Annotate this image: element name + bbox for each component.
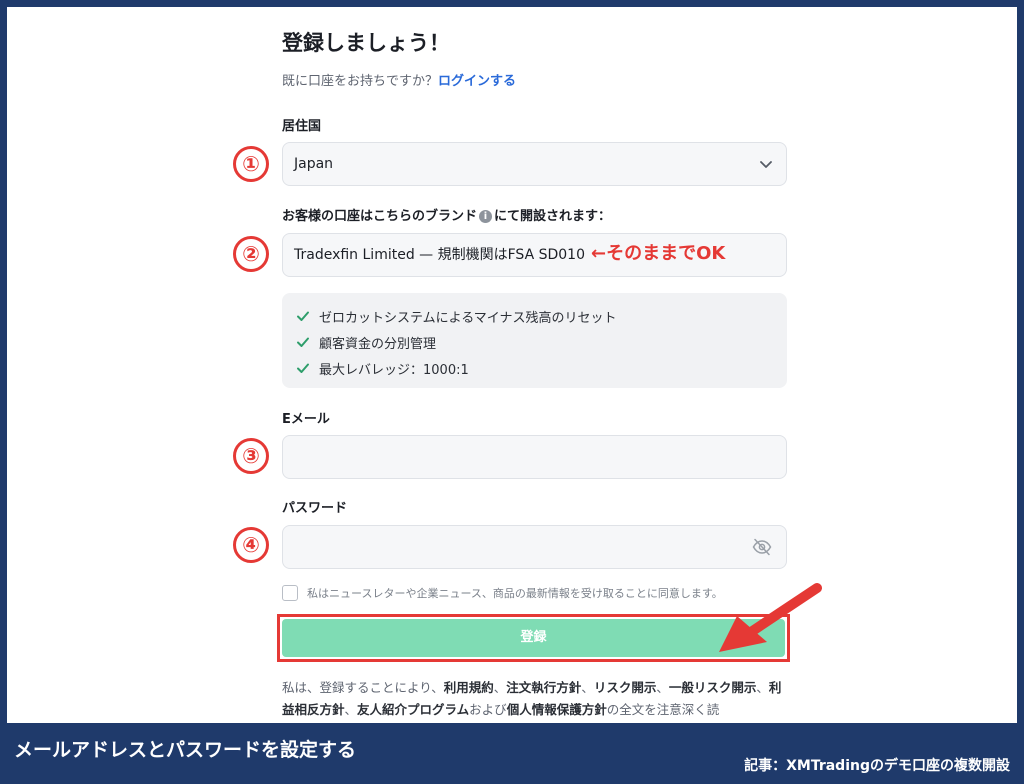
terms-link-general-risk[interactable]: 一般リスク開示 <box>669 680 757 695</box>
info-icon[interactable]: i <box>479 210 493 223</box>
consent-text: 私はニュースレターや企業ニュース、商品の最新情報を受け取ることに同意します。 <box>307 587 723 600</box>
feature-item: 顧客資金の分別管理 <box>296 329 787 355</box>
terms-sep: 、 <box>344 702 358 717</box>
email-label: Eメール <box>282 412 330 427</box>
terms-link-execution[interactable]: 注文執行方針 <box>506 680 581 695</box>
terms-prefix: 私は、登録することにより、 <box>282 680 444 695</box>
brand-label: お客様の口座はこちらのブランド i にて開設されます： <box>282 205 611 224</box>
check-icon <box>297 337 309 347</box>
feature-item: ゼロカットシステムによるマイナス残高のリセット <box>296 303 787 329</box>
check-icon <box>297 311 309 321</box>
page-frame: 登録しましょう！ 既に口座をお持ちですか？ログインする 居住国 Japan お客… <box>7 7 1017 723</box>
brand-value: Tradexfin Limited — 規制機関はFSA SD010 <box>294 247 585 263</box>
footer-caption: メールアドレスとパスワードを設定する <box>14 739 357 761</box>
annotation-note: ←そのままでOK <box>591 243 726 264</box>
brand-label-post: にて開設されます： <box>494 209 612 224</box>
check-icon <box>297 363 309 373</box>
step-badge-3: ③ <box>233 438 269 474</box>
password-label: パスワード <box>282 501 348 516</box>
brand-label-pre: お客様の口座はこちらのブランド <box>282 209 478 224</box>
step-badge-4: ④ <box>233 527 269 563</box>
feature-text: 顧客資金の分別管理 <box>319 336 437 352</box>
terms-suffix: の全文を注意深く読 <box>606 702 720 717</box>
login-prompt-text: 既に口座をお持ちですか？ <box>282 74 439 89</box>
country-select[interactable]: Japan <box>282 142 787 186</box>
caption-footer: メールアドレスとパスワードを設定する 記事：XMTradingのデモ口座の複数開… <box>0 723 1024 784</box>
step-badge-2: ② <box>233 236 269 272</box>
terms-link-terms[interactable]: 利用規約 <box>444 680 494 695</box>
feature-item: 最大レバレッジ：1000:1 <box>296 355 787 381</box>
login-link[interactable]: ログインする <box>438 74 516 89</box>
eye-off-icon[interactable] <box>752 538 772 556</box>
terms-text: 私は、登録することにより、利用規約、注文執行方針、リスク開示、一般リスク開示、利… <box>282 677 787 721</box>
country-value: Japan <box>294 156 334 172</box>
login-prompt: 既に口座をお持ちですか？ログインする <box>282 70 516 89</box>
terms-sep: 、 <box>493 680 507 695</box>
terms-link-privacy[interactable]: 個人情報保護方針 <box>507 702 607 717</box>
terms-sep: 、 <box>581 680 594 695</box>
page-title: 登録しましょう！ <box>282 31 450 55</box>
newsletter-checkbox[interactable] <box>282 585 298 601</box>
terms-sep: 、 <box>756 680 769 695</box>
newsletter-consent: 私はニュースレターや企業ニュース、商品の最新情報を受け取ることに同意します。 <box>282 585 723 601</box>
features-panel: ゼロカットシステムによるマイナス残高のリセット 顧客資金の分別管理 最大レバレッ… <box>282 293 787 388</box>
footer-credit: 記事：XMTradingのデモ口座の複数開設 <box>744 758 1010 774</box>
feature-text: ゼロカットシステムによるマイナス残高のリセット <box>319 310 617 326</box>
chevron-down-icon <box>760 161 772 168</box>
terms-link-risk[interactable]: リスク開示 <box>594 680 657 695</box>
step-badge-1: ① <box>233 146 269 182</box>
terms-conj: および <box>469 702 507 717</box>
red-arrow-icon <box>719 583 822 652</box>
password-field[interactable] <box>282 525 787 569</box>
country-label: 居住国 <box>282 119 322 134</box>
terms-sep: 、 <box>656 680 669 695</box>
feature-text: 最大レバレッジ：1000:1 <box>319 362 469 378</box>
email-field[interactable] <box>282 435 787 479</box>
terms-link-referral[interactable]: 友人紹介プログラム <box>357 702 469 717</box>
